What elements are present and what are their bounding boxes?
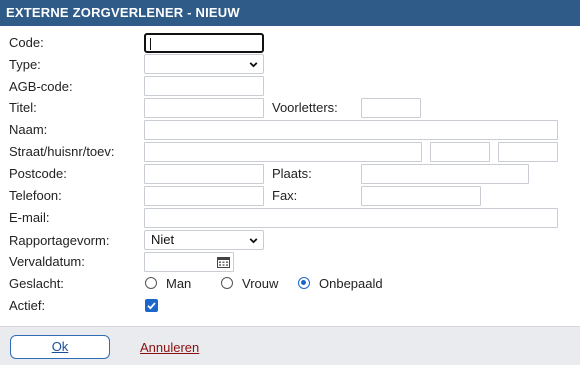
dialog-title: EXTERNE ZORGVERLENER - NIEUW <box>0 0 580 26</box>
naam-label: Naam: <box>9 122 48 137</box>
text-caret <box>150 38 151 50</box>
email-input[interactable] <box>144 208 558 228</box>
code-input[interactable] <box>144 33 264 53</box>
code-label: Code: <box>9 35 44 50</box>
toevoeging-input[interactable] <box>498 142 558 162</box>
rapportagevorm-label: Rapportagevorm: <box>9 233 110 248</box>
radio-vrouw-label: Vrouw <box>242 276 279 291</box>
chevron-down-icon <box>249 238 258 244</box>
type-select[interactable] <box>144 54 264 74</box>
geslacht-label: Geslacht: <box>9 276 64 291</box>
voorletters-input[interactable] <box>361 98 421 118</box>
form-area: Code: Type: AGB-code: Titel: Voorletters… <box>0 26 580 326</box>
radio-man[interactable] <box>145 277 157 289</box>
fax-label: Fax: <box>272 188 298 203</box>
voorletters-label: Voorletters: <box>272 100 338 115</box>
rapportagevorm-select[interactable]: Niet <box>144 230 264 250</box>
plaats-input[interactable] <box>361 164 529 184</box>
checkmark-icon <box>147 302 156 310</box>
ok-button[interactable]: Ok <box>10 335 110 359</box>
titel-label: Titel: <box>9 100 37 115</box>
straat-input[interactable] <box>144 142 422 162</box>
postcode-label: Postcode: <box>9 166 67 181</box>
email-label: E-mail: <box>9 210 50 225</box>
radio-onbepaald-label: Onbepaald <box>319 276 383 291</box>
type-label: Type: <box>9 57 41 72</box>
fax-input[interactable] <box>361 186 481 206</box>
radio-onbepaald[interactable] <box>298 277 310 289</box>
straat-label: Straat/huisnr/toev: <box>9 144 115 159</box>
telefoon-input[interactable] <box>144 186 264 206</box>
telefoon-label: Telefoon: <box>9 188 62 203</box>
huisnr-input[interactable] <box>430 142 490 162</box>
actief-label: Actief: <box>9 298 46 313</box>
naam-input[interactable] <box>144 120 558 140</box>
plaats-label: Plaats: <box>272 166 312 181</box>
annuleren-link[interactable]: Annuleren <box>140 340 199 355</box>
calendar-icon[interactable] <box>217 256 230 268</box>
titel-input[interactable] <box>144 98 264 118</box>
radio-vrouw[interactable] <box>221 277 233 289</box>
radio-man-label: Man <box>166 276 192 291</box>
vervaldatum-label: Vervaldatum: <box>9 254 85 269</box>
dialog-footer: Ok Annuleren <box>0 326 580 365</box>
postcode-input[interactable] <box>144 164 264 184</box>
vervaldatum-input[interactable] <box>144 252 234 272</box>
agb-code-label: AGB-code: <box>9 79 73 94</box>
chevron-down-icon <box>249 62 258 68</box>
rapportagevorm-value: Niet <box>151 232 175 247</box>
agb-code-input[interactable] <box>144 76 264 96</box>
actief-checkbox[interactable] <box>145 299 158 312</box>
